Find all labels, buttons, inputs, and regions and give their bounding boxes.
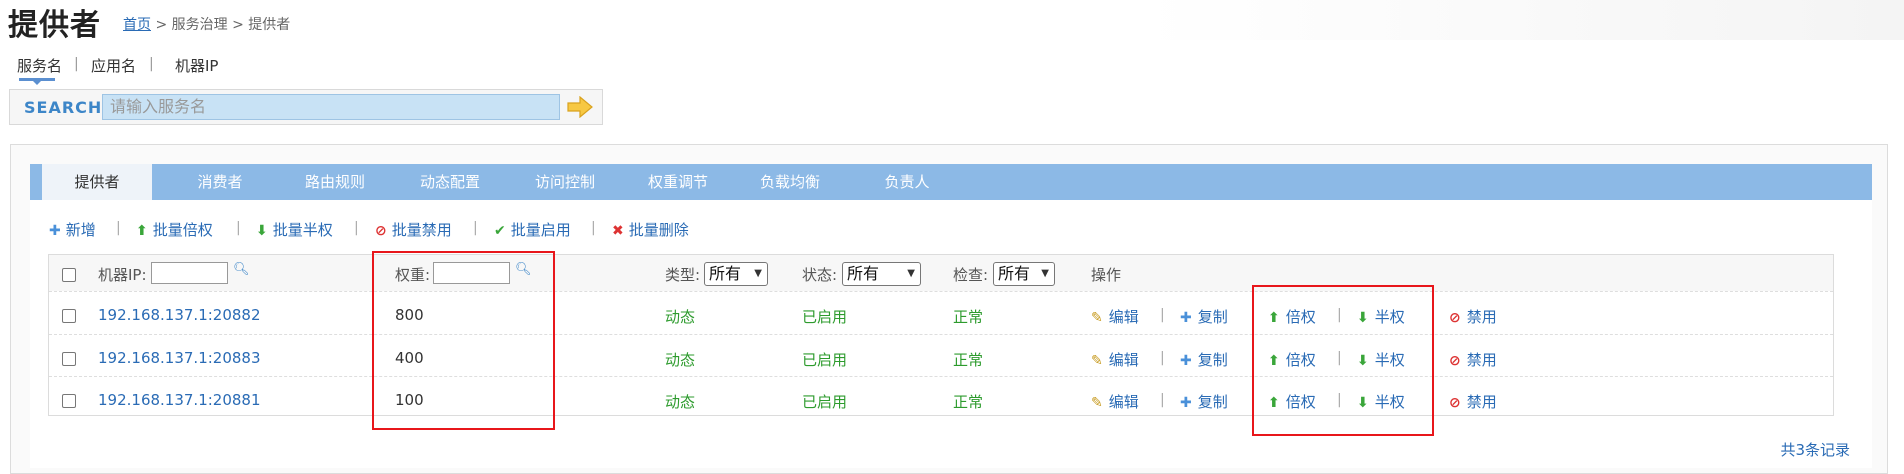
disable-button[interactable]: ⊘ 禁用 <box>1449 391 1497 412</box>
row-checkbox[interactable] <box>62 394 76 408</box>
edit-button[interactable]: ✎ 编辑 <box>1091 349 1139 370</box>
record-count: 共3条记录 <box>1780 441 1850 459</box>
table-header-row <box>49 255 1833 291</box>
header-operations: 操作 <box>1091 266 1122 284</box>
row-status: 已启用 <box>802 393 848 411</box>
header-status: 状态: <box>802 266 838 284</box>
active-search-type-caret <box>33 81 41 85</box>
breadcrumb-trail: > 服务治理 > 提供者 <box>151 17 291 33</box>
arrow-down-icon: ⬇ <box>256 223 268 239</box>
pencil-icon: ✎ <box>1091 353 1103 369</box>
row-checkbox[interactable] <box>62 352 76 366</box>
header-check: 检查: <box>953 266 989 284</box>
add-button[interactable]: ✚ 新增 <box>49 219 96 240</box>
page-title: 提供者 <box>8 8 101 43</box>
check-filter-select[interactable]: 所有 ▼ <box>993 262 1055 286</box>
batch-half-weight-button[interactable]: ⬇ 批量半权 <box>256 219 333 240</box>
batch-double-weight-button[interactable]: ⬆ 批量倍权 <box>136 219 213 240</box>
search-type-service[interactable]: 服务名 <box>17 55 62 76</box>
tab-weight-adjust[interactable]: 权重调节 <box>623 164 733 200</box>
row-status: 已启用 <box>802 308 848 326</box>
header-type: 类型: <box>665 266 701 284</box>
check-icon: ✔ <box>494 223 506 239</box>
separator: | <box>1160 392 1165 408</box>
row-divider <box>49 376 1833 377</box>
tab-providers[interactable]: 提供者 <box>42 164 152 200</box>
weight-ops-highlight <box>1252 285 1434 436</box>
separator: | <box>473 220 478 236</box>
select-all-checkbox[interactable] <box>62 268 76 282</box>
row-ip-link[interactable]: 192.168.137.1:20881 <box>98 391 261 409</box>
batch-disable-button[interactable]: ⊘ 批量禁用 <box>375 219 452 240</box>
separator: | <box>116 220 121 236</box>
disable-icon: ⊘ <box>1449 310 1461 326</box>
plus-icon: ✚ <box>1180 353 1192 369</box>
breadcrumb: 首页 > 服务治理 > 提供者 <box>123 14 290 34</box>
plus-icon: ✚ <box>49 223 61 239</box>
separator: | <box>591 220 596 236</box>
row-ip-link[interactable]: 192.168.137.1:20883 <box>98 349 261 367</box>
plus-icon: ✚ <box>1180 310 1192 326</box>
row-check: 正常 <box>953 308 984 326</box>
copy-button[interactable]: ✚ 复制 <box>1180 306 1228 327</box>
weight-column-highlight <box>372 251 555 430</box>
search-input[interactable]: 请输入服务名 <box>102 94 560 120</box>
copy-button[interactable]: ✚ 复制 <box>1180 391 1228 412</box>
search-type-application[interactable]: 应用名 <box>91 55 136 76</box>
breadcrumb-home-link[interactable]: 首页 <box>123 17 151 33</box>
separator: | <box>1160 350 1165 366</box>
tab-owner[interactable]: 负责人 <box>862 164 952 200</box>
type-filter-select[interactable]: 所有 ▼ <box>704 262 768 286</box>
pencil-icon: ✎ <box>1091 310 1103 326</box>
tab-access-control[interactable]: 访问控制 <box>510 164 620 200</box>
row-divider <box>49 334 1833 335</box>
arrow-up-icon: ⬆ <box>136 223 148 239</box>
search-type-ip[interactable]: 机器IP <box>175 55 218 76</box>
batch-delete-button[interactable]: ✖ 批量删除 <box>612 219 689 240</box>
disable-icon: ⊘ <box>1449 353 1461 369</box>
row-type: 动态 <box>665 351 696 369</box>
header-ip: 机器IP: <box>98 266 147 284</box>
edit-button[interactable]: ✎ 编辑 <box>1091 306 1139 327</box>
separator: | <box>149 56 154 72</box>
delete-x-icon: ✖ <box>612 223 624 239</box>
tab-dynamic-config[interactable]: 动态配置 <box>395 164 505 200</box>
row-status: 已启用 <box>802 351 848 369</box>
search-arrow-icon[interactable] <box>566 96 594 118</box>
row-checkbox[interactable] <box>62 309 76 323</box>
search-label: SEARCH <box>24 98 103 117</box>
search-bar: SEARCH 请输入服务名 <box>9 89 603 125</box>
status-filter-select[interactable]: 所有 ▼ <box>842 262 921 286</box>
row-ip-link[interactable]: 192.168.137.1:20882 <box>98 306 261 324</box>
separator: | <box>354 220 359 236</box>
chevron-down-icon: ▼ <box>907 268 915 279</box>
disable-icon: ⊘ <box>375 223 387 239</box>
row-type: 动态 <box>665 393 696 411</box>
batch-enable-button[interactable]: ✔ 批量启用 <box>494 219 571 240</box>
separator: | <box>1160 307 1165 323</box>
disable-icon: ⊘ <box>1449 395 1461 411</box>
row-check: 正常 <box>953 393 984 411</box>
ip-filter-input[interactable] <box>151 262 228 284</box>
disable-button[interactable]: ⊘ 禁用 <box>1449 306 1497 327</box>
pencil-icon: ✎ <box>1091 395 1103 411</box>
search-icon[interactable]: 🔍︎ <box>233 262 250 277</box>
row-divider <box>49 291 1833 292</box>
edit-button[interactable]: ✎ 编辑 <box>1091 391 1139 412</box>
row-type: 动态 <box>665 308 696 326</box>
disable-button[interactable]: ⊘ 禁用 <box>1449 349 1497 370</box>
tab-bar: 提供者 消费者 路由规则 动态配置 访问控制 权重调节 负载均衡 负责人 <box>30 164 1872 200</box>
chevron-down-icon: ▼ <box>1041 268 1049 279</box>
tab-consumers[interactable]: 消费者 <box>170 164 270 200</box>
tab-load-balance[interactable]: 负载均衡 <box>735 164 845 200</box>
tab-routing-rules[interactable]: 路由规则 <box>280 164 390 200</box>
separator: | <box>74 56 79 72</box>
plus-icon: ✚ <box>1180 395 1192 411</box>
chevron-down-icon: ▼ <box>754 268 762 279</box>
separator: | <box>236 220 241 236</box>
copy-button[interactable]: ✚ 复制 <box>1180 349 1228 370</box>
row-check: 正常 <box>953 351 984 369</box>
